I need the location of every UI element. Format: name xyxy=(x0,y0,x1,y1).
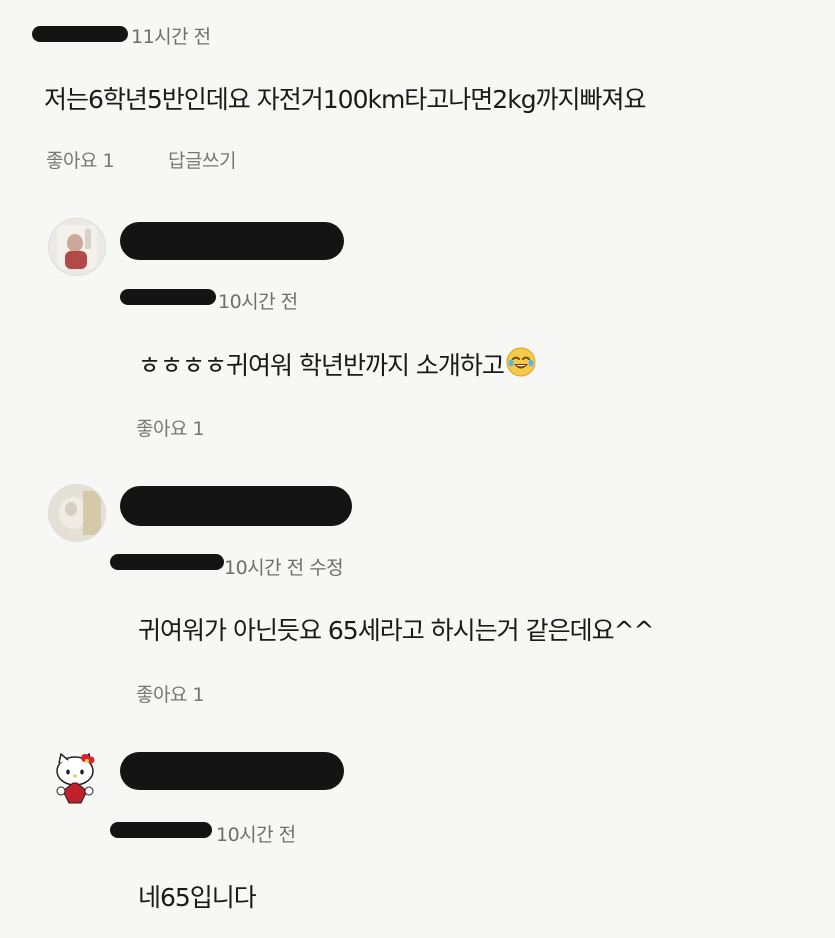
profile-photo-icon xyxy=(49,485,105,541)
redacted-nickname xyxy=(120,486,352,526)
hello-kitty-icon xyxy=(56,752,95,804)
redacted-username xyxy=(110,822,212,838)
avatar[interactable] xyxy=(48,484,106,542)
comment-text: 네65입니다 xyxy=(138,883,257,912)
redacted-nickname xyxy=(120,222,344,260)
reply-button[interactable]: 답글쓰기 xyxy=(168,146,236,173)
smiling-face-with-tears-icon xyxy=(505,346,537,384)
like-button[interactable]: 좋아요 1 xyxy=(136,414,205,441)
comment-text: ㅎㅎㅎㅎ귀여워 학년반까지 소개하고 xyxy=(138,351,505,380)
comment-text: 저는6학년5반인데요 자전거100km타고나면2kg까지빠져요 xyxy=(44,85,647,114)
comment-timestamp: 10시간 전 xyxy=(218,291,298,313)
comment-timestamp: 10시간 전 수정 xyxy=(224,557,344,579)
redacted-username xyxy=(110,554,224,570)
redacted-username xyxy=(32,26,128,42)
comment-thread: 11시간 전 저는6학년5반인데요 자전거100km타고나면2kg까지빠져요 좋… xyxy=(0,0,835,938)
redacted-nickname xyxy=(120,752,344,790)
comment-text: 귀여워가 아닌듯요 65세라고 하시는거 같은데요^^ xyxy=(138,616,654,645)
like-button[interactable]: 좋아요 1 xyxy=(136,680,205,707)
comment-timestamp: 10시간 전 xyxy=(216,824,296,846)
comment-text-wrapper: ㅎㅎㅎㅎ귀여워 학년반까지 소개하고 xyxy=(138,346,537,386)
comment-timestamp: 11시간 전 xyxy=(131,26,211,48)
profile-photo-icon xyxy=(49,219,105,275)
avatar[interactable] xyxy=(48,218,106,276)
avatar[interactable] xyxy=(46,748,104,806)
like-button[interactable]: 좋아요 1 xyxy=(46,146,115,173)
redacted-username xyxy=(120,289,216,305)
